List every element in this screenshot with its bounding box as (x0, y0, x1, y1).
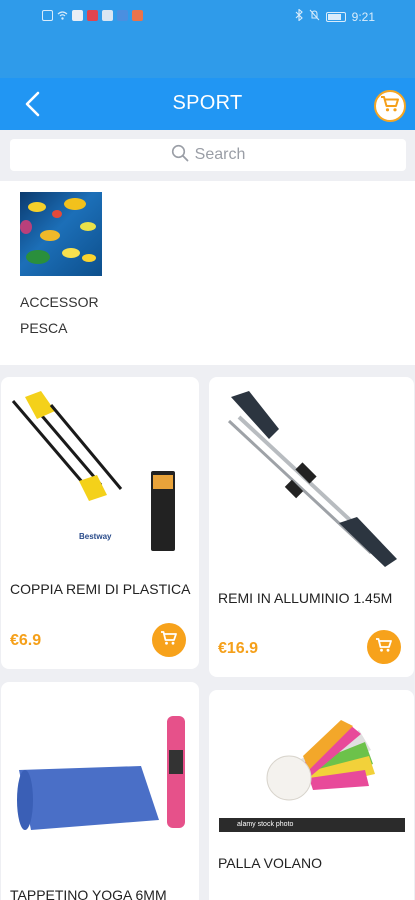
product-brand: Bestway (79, 532, 112, 541)
category-thumbnail (20, 192, 102, 276)
search-icon (171, 144, 189, 167)
page-title: SPORT (172, 92, 243, 114)
product-price: €6.9 (10, 632, 42, 649)
battery-icon (325, 11, 346, 22)
product-image (1, 682, 199, 872)
mute-icon (309, 9, 320, 24)
add-to-cart-button[interactable] (152, 623, 186, 657)
product-image: Bestway (1, 377, 199, 567)
cart-icon (380, 95, 400, 118)
status-time: 9:21 (351, 9, 375, 24)
app-icon-2 (87, 10, 98, 21)
category-item[interactable]: ACCESSOR PESCA (0, 181, 415, 365)
notification-icons (42, 10, 143, 21)
cart-icon (375, 637, 393, 658)
search-bar: Search (0, 130, 415, 180)
product-card[interactable]: Bestway COPPIA REMI DI PLASTICA €6.9 (1, 377, 199, 669)
system-status: 9:21 (295, 8, 375, 24)
product-card[interactable]: alamy stock photo PALLA VOLANO (209, 690, 414, 900)
add-to-cart-button[interactable] (367, 630, 401, 664)
product-name: REMI IN ALLUMINIO 1.45M (218, 590, 393, 606)
cart-button[interactable] (374, 90, 406, 122)
search-input[interactable]: Search (10, 139, 406, 171)
image-watermark: alamy stock photo (219, 818, 405, 832)
product-card[interactable]: REMI IN ALLUMINIO 1.45M €16.9 (209, 377, 414, 677)
category-label: ACCESSOR PESCA (20, 294, 99, 336)
wifi-icon (57, 10, 68, 21)
product-card[interactable]: TAPPETINO YOGA 6MM (1, 682, 199, 900)
bluetooth-icon (295, 8, 303, 24)
app-icon-4 (117, 10, 128, 21)
status-bar: 9:21 (0, 0, 415, 78)
product-image (209, 377, 414, 572)
search-placeholder: Search (194, 146, 246, 163)
app-icon-3 (102, 10, 113, 21)
product-name: PALLA VOLANO (218, 855, 323, 871)
app-icon-1 (72, 10, 83, 21)
app-bar: SPORT (0, 78, 415, 130)
cart-icon (160, 630, 178, 651)
app-icon-5 (132, 10, 143, 21)
product-price: €16.9 (218, 640, 259, 657)
product-name: COPPIA REMI DI PLASTICA (10, 581, 191, 597)
sim-icon (42, 10, 53, 21)
product-name: TAPPETINO YOGA 6MM (10, 887, 167, 900)
